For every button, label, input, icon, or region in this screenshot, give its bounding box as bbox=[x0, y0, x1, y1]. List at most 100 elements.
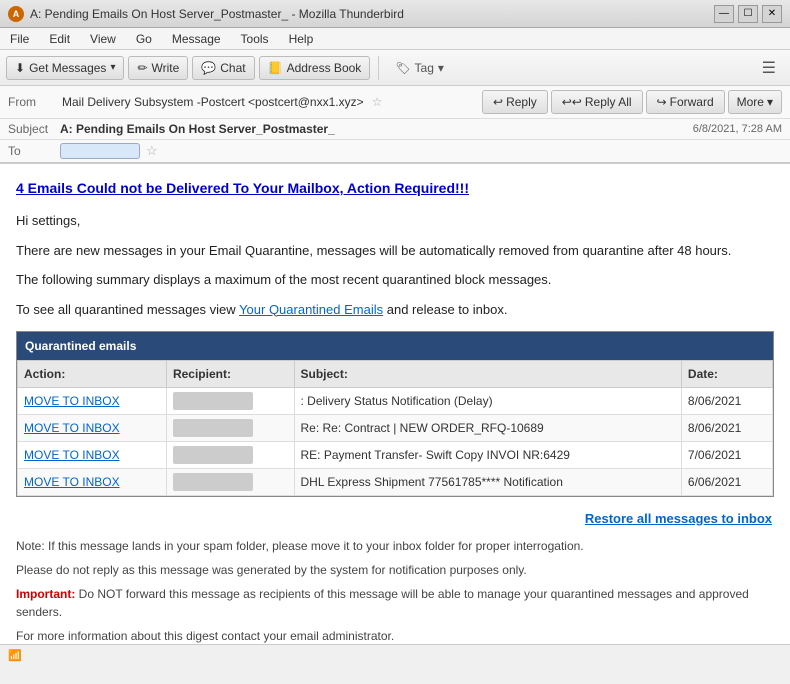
window-controls[interactable]: — ☐ ✕ bbox=[714, 5, 782, 23]
reply-all-icon: ↩↩ bbox=[562, 95, 582, 109]
email-body: 027 4 Emails Could not be Delivered To Y… bbox=[0, 164, 790, 644]
address-book-button[interactable]: 📒 Address Book bbox=[259, 56, 371, 80]
subject-row: Subject A: Pending Emails On Host Server… bbox=[0, 119, 790, 140]
col-date: Date: bbox=[681, 361, 772, 388]
email-from-row: From Mail Delivery Subsystem -Postcert <… bbox=[0, 86, 790, 119]
to-label: To bbox=[8, 144, 60, 158]
chat-button[interactable]: 💬 Chat bbox=[192, 56, 254, 80]
address-book-icon: 📒 bbox=[268, 61, 283, 75]
menu-help[interactable]: Help bbox=[285, 30, 318, 48]
move-to-inbox-link[interactable]: MOVE TO INBOX bbox=[18, 442, 167, 469]
toolbar-separator bbox=[378, 56, 379, 80]
move-to-inbox-link[interactable]: MOVE TO INBOX bbox=[18, 415, 167, 442]
write-button[interactable]: ✏ Write bbox=[128, 56, 188, 80]
status-bar: 📶 bbox=[0, 644, 790, 666]
maximize-button[interactable]: ☐ bbox=[738, 5, 758, 23]
email-para1: There are new messages in your Email Qua… bbox=[16, 241, 774, 261]
to-row: To ☆ bbox=[0, 140, 790, 164]
important-text: Do NOT forward this message as recipient… bbox=[16, 587, 749, 619]
quarantined-emails-link[interactable]: Your Quarantined Emails bbox=[239, 302, 383, 317]
date-cell: 7/06/2021 bbox=[681, 442, 772, 469]
para3-post: and release to inbox. bbox=[387, 302, 508, 317]
reply-all-label: Reply All bbox=[585, 95, 632, 109]
note3: For more information about this digest c… bbox=[16, 627, 774, 645]
note1: Note: If this message lands in your spam… bbox=[16, 537, 774, 555]
chat-icon: 💬 bbox=[201, 61, 216, 75]
date-cell: 8/06/2021 bbox=[681, 388, 772, 415]
close-button[interactable]: ✕ bbox=[762, 5, 782, 23]
quarantine-table: Action: Recipient: Subject: Date: MOVE T… bbox=[17, 360, 773, 496]
menu-bar: File Edit View Go Message Tools Help bbox=[0, 28, 790, 50]
more-button[interactable]: More ▾ bbox=[728, 90, 782, 114]
toolbar: ⬇ Get Messages ▾ ✏ Write 💬 Chat 📒 Addres… bbox=[0, 50, 790, 86]
tag-dropdown-icon: ▾ bbox=[438, 61, 444, 75]
minimize-button[interactable]: — bbox=[714, 5, 734, 23]
subject-label: Subject bbox=[8, 122, 60, 136]
recipient-cell bbox=[166, 388, 294, 415]
more-dropdown-icon: ▾ bbox=[767, 95, 773, 109]
email-greeting: Hi settings, bbox=[16, 211, 774, 231]
write-icon: ✏ bbox=[137, 61, 147, 75]
tag-label: Tag bbox=[415, 61, 434, 75]
date-cell: 8/06/2021 bbox=[681, 415, 772, 442]
email-para3: To see all quarantined messages view You… bbox=[16, 300, 774, 320]
reply-icon: ↩ bbox=[493, 95, 503, 109]
menu-go[interactable]: Go bbox=[132, 30, 156, 48]
app-icon: A bbox=[8, 6, 24, 22]
subject-cell: RE: Payment Transfer- Swift Copy INVOI N… bbox=[294, 442, 681, 469]
subject-cell: Re: Re: Contract | NEW ORDER_RFQ-10689 bbox=[294, 415, 681, 442]
tag-icon: 🏷 bbox=[395, 61, 410, 75]
table-row: MOVE TO INBOX DHL Express Shipment 77561… bbox=[18, 469, 773, 496]
move-to-inbox-link[interactable]: MOVE TO INBOX bbox=[18, 469, 167, 496]
reply-button[interactable]: ↩ Reply bbox=[482, 90, 548, 114]
hamburger-button[interactable]: ☰ bbox=[754, 54, 784, 82]
para3-pre: To see all quarantined messages view bbox=[16, 302, 239, 317]
forward-button[interactable]: ↪ Forward bbox=[646, 90, 725, 114]
get-messages-button[interactable]: ⬇ Get Messages ▾ bbox=[6, 56, 124, 80]
subject-value: A: Pending Emails On Host Server_Postmas… bbox=[60, 122, 693, 136]
address-book-label: Address Book bbox=[287, 61, 362, 75]
recipient-cell bbox=[166, 415, 294, 442]
star-icon[interactable]: ☆ bbox=[372, 95, 383, 109]
menu-edit[interactable]: Edit bbox=[45, 30, 74, 48]
col-action: Action: bbox=[18, 361, 167, 388]
subject-cell: DHL Express Shipment 77561785**** Notifi… bbox=[294, 469, 681, 496]
important-label: Important: bbox=[16, 587, 75, 601]
subject-cell: : Delivery Status Notification (Delay) bbox=[294, 388, 681, 415]
col-recipient: Recipient: bbox=[166, 361, 294, 388]
quarantine-table-wrapper: Quarantined emails Action: Recipient: Su… bbox=[16, 331, 774, 497]
recipient-cell bbox=[166, 469, 294, 496]
menu-view[interactable]: View bbox=[86, 30, 120, 48]
menu-message[interactable]: Message bbox=[168, 30, 225, 48]
menu-file[interactable]: File bbox=[6, 30, 33, 48]
get-messages-label: Get Messages bbox=[29, 61, 106, 75]
move-to-inbox-link[interactable]: MOVE TO INBOX bbox=[18, 388, 167, 415]
reply-all-button[interactable]: ↩↩ Reply All bbox=[551, 90, 643, 114]
table-row: MOVE TO INBOX RE: Payment Transfer- Swif… bbox=[18, 442, 773, 469]
important-note: Important: Do NOT forward this message a… bbox=[16, 585, 774, 621]
quarantine-table-header: Quarantined emails bbox=[17, 332, 773, 360]
chat-label: Chat bbox=[220, 61, 245, 75]
from-label: From bbox=[8, 95, 58, 109]
email-date: 6/8/2021, 7:28 AM bbox=[693, 123, 782, 135]
note2: Please do not reply as this message was … bbox=[16, 561, 774, 579]
wifi-icon: 📶 bbox=[8, 649, 22, 662]
from-value: Mail Delivery Subsystem -Postcert <postc… bbox=[62, 95, 364, 109]
menu-tools[interactable]: Tools bbox=[237, 30, 273, 48]
date-cell: 6/06/2021 bbox=[681, 469, 772, 496]
reply-label: Reply bbox=[506, 95, 537, 109]
table-row: MOVE TO INBOX Re: Re: Contract | NEW ORD… bbox=[18, 415, 773, 442]
table-row: MOVE TO INBOX : Delivery Status Notifica… bbox=[18, 388, 773, 415]
window-title: A: Pending Emails On Host Server_Postmas… bbox=[30, 7, 404, 21]
get-messages-dropdown-icon: ▾ bbox=[110, 62, 115, 73]
forward-icon: ↪ bbox=[657, 95, 667, 109]
restore-all-link[interactable]: Restore all messages to inbox bbox=[16, 509, 772, 529]
more-label: More bbox=[737, 95, 764, 109]
to-value bbox=[60, 143, 140, 159]
email-heading: 4 Emails Could not be Delivered To Your … bbox=[16, 178, 774, 199]
tag-button[interactable]: 🏷 Tag ▾ bbox=[387, 57, 452, 79]
title-bar: A A: Pending Emails On Host Server_Postm… bbox=[0, 0, 790, 28]
write-label: Write bbox=[152, 61, 180, 75]
col-subject: Subject: bbox=[294, 361, 681, 388]
to-star-icon[interactable]: ☆ bbox=[146, 143, 158, 159]
